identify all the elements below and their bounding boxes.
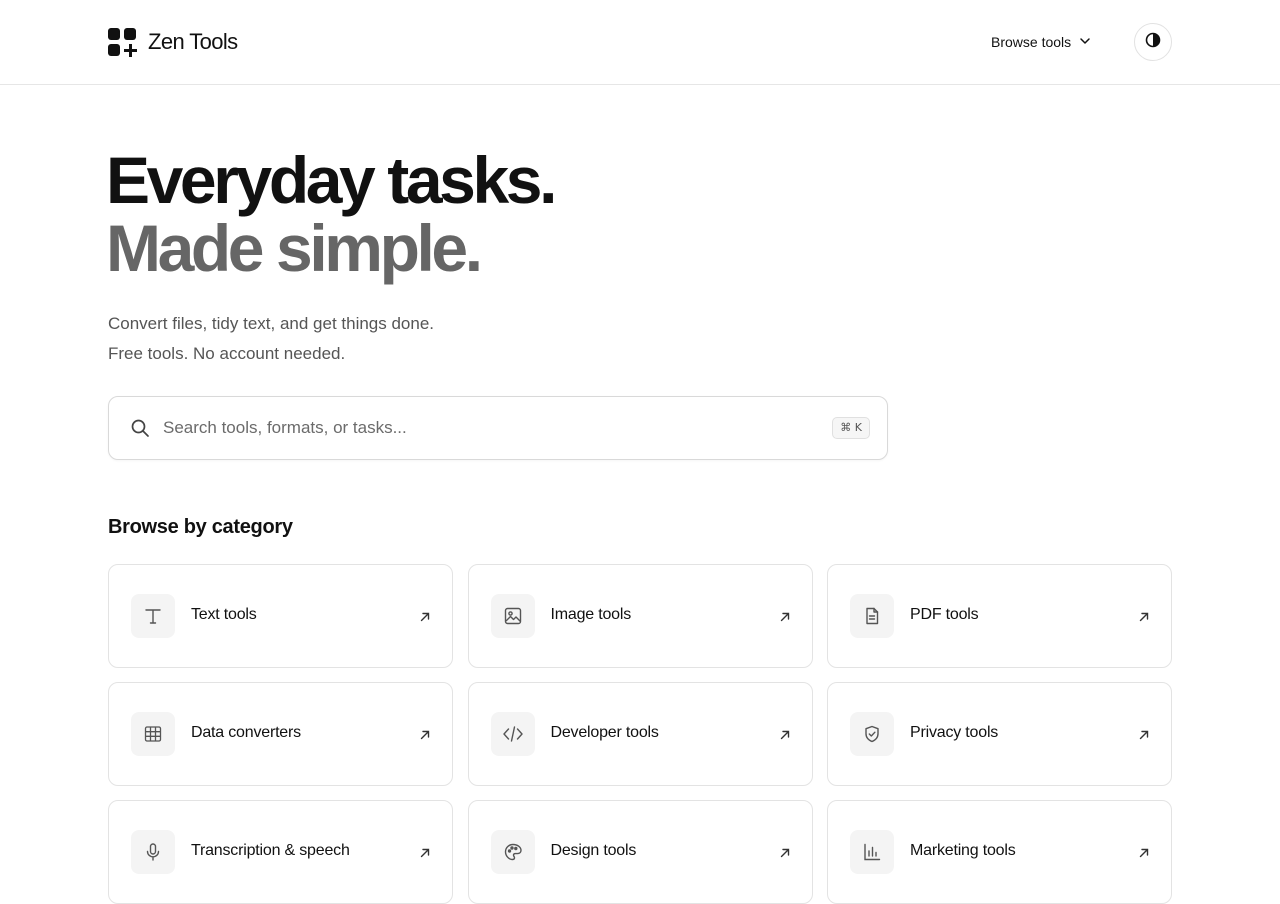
microphone-icon <box>131 830 175 874</box>
hero-heading-line1: Everyday tasks. <box>106 143 557 217</box>
hero-subtitle-line1: Convert files, tidy text, and get things… <box>108 314 435 333</box>
arrow-up-right-icon <box>1138 728 1150 746</box>
category-grid: Text tools Image tools PDF tools Data co… <box>108 564 1172 904</box>
theme-toggle-button[interactable] <box>1134 23 1172 61</box>
image-icon <box>490 594 535 638</box>
arrow-up-right-icon <box>779 846 791 864</box>
arrow-up-right-icon <box>419 728 431 746</box>
palette-icon <box>490 830 535 874</box>
category-card-privacy-tools[interactable]: Privacy tools <box>827 682 1172 786</box>
bar-chart-icon <box>850 830 894 874</box>
document-icon <box>850 594 894 638</box>
chevron-down-icon <box>1079 34 1091 50</box>
top-navigation-bar: Zen Tools Browse tools <box>0 0 1280 85</box>
arrow-up-right-icon <box>1138 846 1150 864</box>
category-label: Image tools <box>550 606 632 623</box>
category-label: PDF tools <box>910 606 979 623</box>
arrow-up-right-icon <box>419 846 431 864</box>
category-label: Data converters <box>191 724 301 741</box>
arrow-up-right-icon <box>1138 610 1150 628</box>
category-label: Text tools <box>191 606 257 623</box>
category-card-design-tools[interactable]: Design tools <box>467 800 813 904</box>
category-label: Marketing tools <box>910 842 1016 859</box>
category-card-marketing-tools[interactable]: Marketing tools <box>827 800 1172 904</box>
hero-heading-line2: Made simple. <box>106 211 483 285</box>
browse-by-category-heading: Browse by category <box>108 516 293 538</box>
browse-tools-label: Browse tools <box>991 34 1072 50</box>
text-icon <box>131 594 175 638</box>
contrast-icon <box>1145 32 1161 53</box>
category-card-image-tools[interactable]: Image tools <box>467 564 813 668</box>
hero-subtitle: Convert files, tidy text, and get things… <box>108 309 434 369</box>
category-card-developer-tools[interactable]: Developer tools <box>467 682 813 786</box>
category-card-data-converters[interactable]: Data converters <box>108 682 453 786</box>
category-card-pdf-tools[interactable]: PDF tools <box>827 564 1172 668</box>
browse-tools-dropdown[interactable]: Browse tools <box>991 30 1091 54</box>
arrow-up-right-icon <box>779 728 791 746</box>
search-box: ⌘ K <box>108 396 888 460</box>
brand-name: Zen Tools <box>148 29 238 54</box>
grid-plus-logo-icon <box>108 27 137 57</box>
arrow-up-right-icon <box>419 610 431 628</box>
shield-check-icon <box>850 712 894 756</box>
search-input[interactable] <box>163 397 803 459</box>
category-label: Developer tools <box>550 724 659 741</box>
keyboard-shortcut-badge: ⌘ K <box>832 417 870 439</box>
code-icon <box>490 712 535 756</box>
category-label: Design tools <box>550 842 637 859</box>
hero-subtitle-line2: Free tools. No account needed. <box>108 344 346 363</box>
search-icon <box>130 418 150 443</box>
category-card-transcription-speech[interactable]: Transcription & speech <box>108 800 453 904</box>
arrow-up-right-icon <box>779 610 791 628</box>
category-label: Privacy tools <box>910 724 999 741</box>
hero-heading: Everyday tasks. Made simple. <box>106 143 557 285</box>
category-label: Transcription & speech <box>191 842 350 859</box>
brand-logo-link[interactable]: Zen Tools <box>108 27 238 57</box>
table-icon <box>131 712 175 756</box>
category-card-text-tools[interactable]: Text tools <box>108 564 453 668</box>
